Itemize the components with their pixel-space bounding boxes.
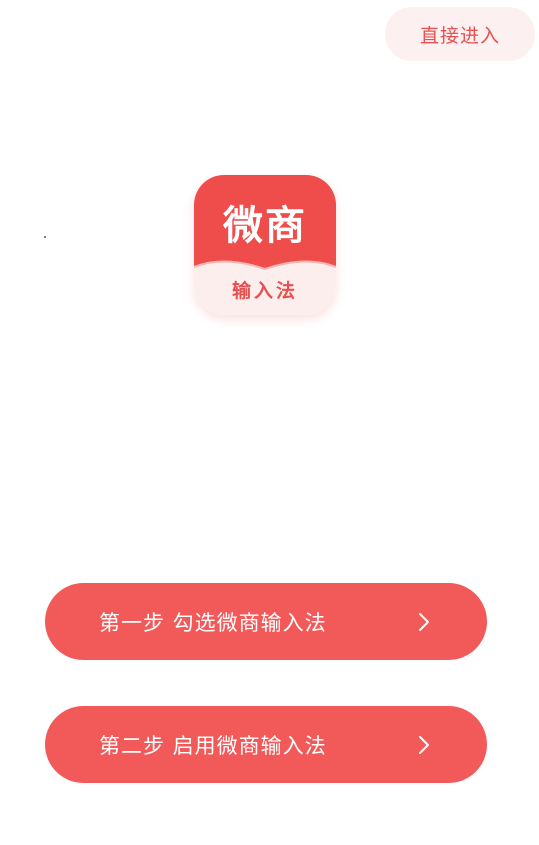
step-two-label: 第二步 启用微商输入法	[99, 733, 327, 758]
skip-button[interactable]: 直接进入	[385, 7, 535, 61]
logo-sub-text: 输入法	[231, 280, 298, 302]
chevron-right-icon	[417, 612, 431, 632]
logo-main-text: 微商	[223, 203, 307, 249]
chevron-right-icon	[417, 735, 431, 755]
step-one-label: 第一步 勾选微商输入法	[99, 610, 327, 635]
step-two-button[interactable]: 第二步 启用微商输入法	[45, 706, 487, 783]
step-one-button[interactable]: 第一步 勾选微商输入法	[45, 583, 487, 660]
app-logo: 微商 输入法	[194, 175, 336, 315]
decorative-dot	[44, 236, 46, 238]
